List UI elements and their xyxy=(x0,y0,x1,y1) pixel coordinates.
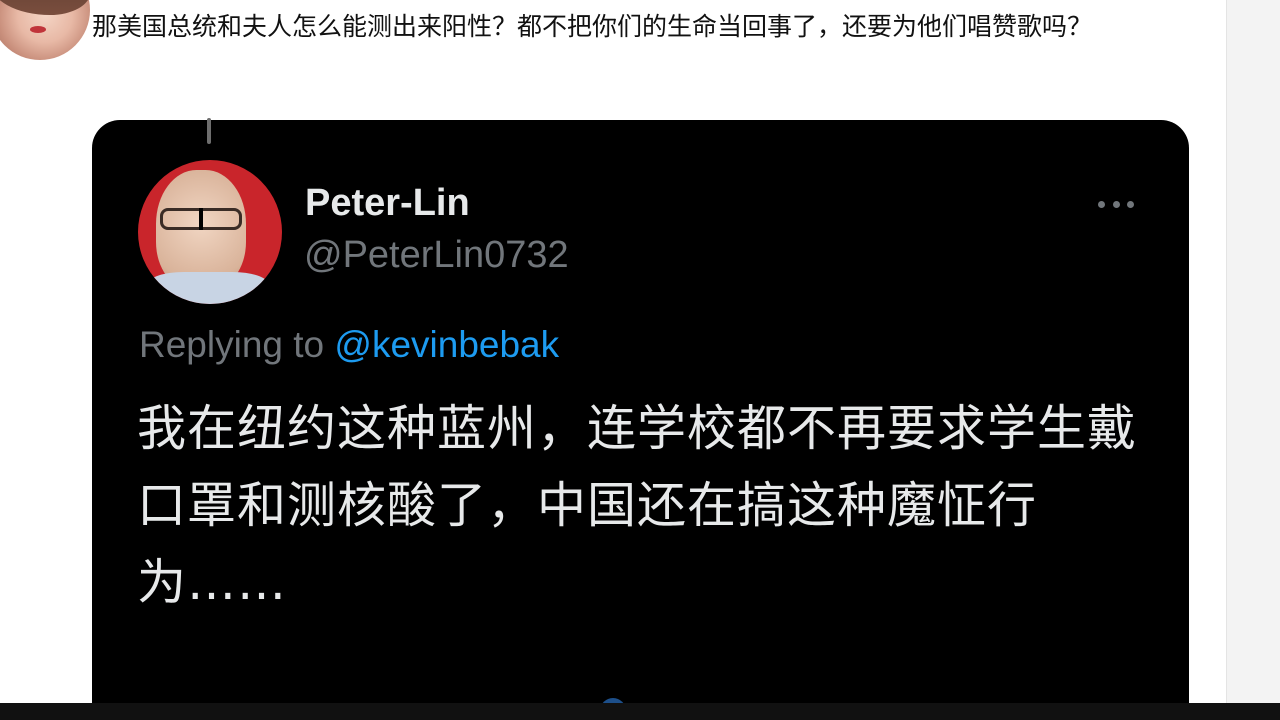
outer-tweet-text: 那美国总统和夫人怎么能测出来阳性？都不把你们的生命当回事了，还要为他们唱赞歌吗？ xyxy=(92,12,1093,41)
dot xyxy=(1112,200,1120,208)
dot xyxy=(1127,200,1134,208)
replying-to-line: Replying to @kevinbebak xyxy=(139,324,559,366)
quoted-tweet-text: 我在纽约这种蓝州，连学校都不再要求学生戴口罩和测核酸了，中国还在搞这种魔怔行为…… xyxy=(137,400,1138,611)
scrollbar-gutter[interactable] xyxy=(1226,0,1280,720)
more-dots-icon[interactable] xyxy=(1094,182,1138,226)
avatar-hair xyxy=(0,0,90,15)
bottom-bar xyxy=(0,703,1280,720)
quoted-author-name[interactable]: Peter-Lin xyxy=(305,182,470,225)
page: 那美国总统和夫人怎么能测出来阳性？都不把你们的生命当回事了，还要为他们唱赞歌吗？… xyxy=(0,0,1228,720)
avatar-shirt xyxy=(148,272,268,304)
quoted-tweet-screenshot[interactable]: Peter-Lin @PeterLin0732 Replying to @kev… xyxy=(92,120,1189,720)
replying-prefix: Replying to xyxy=(139,324,335,365)
replying-to-mention[interactable]: @kevinbebak xyxy=(334,324,559,365)
quoted-author-handle[interactable]: @PeterLin0732 xyxy=(304,234,569,277)
thread-connector-line xyxy=(207,118,211,144)
quoted-author-avatar[interactable] xyxy=(138,160,282,304)
dot xyxy=(1098,200,1105,208)
outer-author-avatar[interactable] xyxy=(0,0,90,60)
avatar-lips xyxy=(30,26,46,33)
avatar-glasses xyxy=(160,208,242,230)
